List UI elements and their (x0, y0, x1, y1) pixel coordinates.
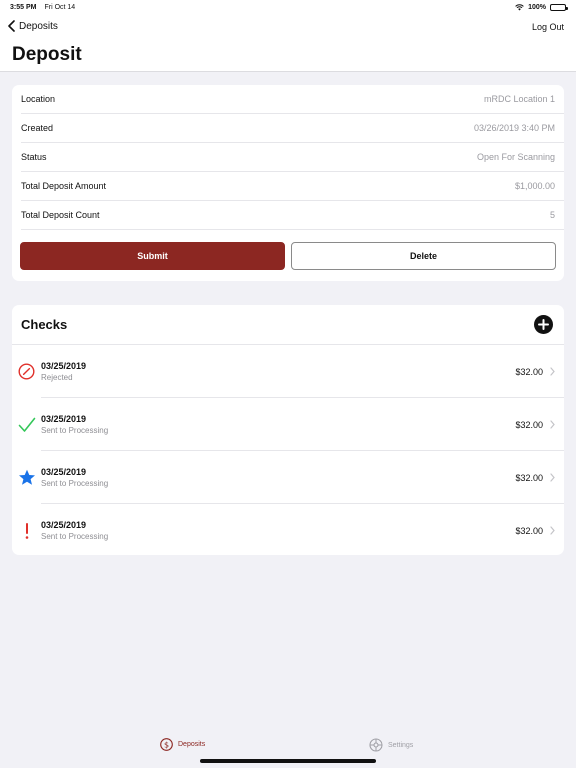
status-date: Fri Oct 14 (44, 3, 76, 11)
detail-label: Created (21, 123, 54, 133)
delete-button[interactable]: Delete (291, 242, 556, 270)
checks-header: Checks (12, 305, 564, 345)
detail-label: Total Deposit Count (21, 210, 100, 220)
navigation-header: Deposits Log Out Deposit (0, 14, 576, 72)
detail-label: Status (21, 152, 47, 162)
check-amount: $32.00 (515, 366, 543, 377)
check-amount: $32.00 (515, 419, 543, 430)
star-icon (18, 469, 35, 485)
detail-value: 03/26/2019 3:40 PM (473, 123, 555, 133)
add-check-button[interactable] (534, 315, 553, 334)
battery-percent: 100% (528, 3, 546, 11)
detail-row-status: Status Open For Scanning (21, 143, 564, 172)
detail-row-total-count: Total Deposit Count 5 (21, 201, 564, 230)
detail-value: Open For Scanning (476, 152, 555, 162)
rejected-icon (18, 363, 35, 380)
status-bar: 3:55 PM Fri Oct 14 100% (0, 0, 576, 14)
submit-button[interactable]: Submit (20, 242, 285, 270)
battery-icon (550, 3, 568, 11)
status-right: 100% (515, 3, 568, 11)
wifi-icon (515, 3, 524, 10)
chevron-right-icon (550, 420, 555, 429)
detail-label: Total Deposit Amount (21, 181, 107, 191)
dollar-circle-icon: $ (160, 738, 173, 751)
check-date: 03/25/2019 (41, 414, 87, 424)
tab-label: Settings (388, 741, 414, 749)
plus-icon (538, 319, 549, 330)
detail-value: mRDC Location 1 (483, 94, 555, 104)
detail-value: 5 (549, 210, 555, 220)
check-date: 03/25/2019 (41, 467, 87, 477)
check-row[interactable]: 03/25/2019 Sent to Processing $32.00 (12, 504, 564, 557)
chevron-right-icon (550, 473, 555, 482)
chevron-left-icon (8, 20, 15, 32)
back-label: Deposits (19, 20, 58, 32)
tab-settings[interactable]: Settings (369, 738, 413, 752)
check-status: Sent to Processing (41, 532, 109, 541)
chevron-right-icon (550, 367, 555, 376)
check-date: 03/25/2019 (41, 361, 87, 371)
chevron-right-icon (550, 526, 555, 535)
detail-value: $1,000.00 (514, 181, 555, 191)
detail-label: Location (21, 94, 56, 104)
check-status: Rejected (41, 373, 73, 382)
exclamation-icon (25, 522, 28, 539)
check-status: Sent to Processing (41, 426, 109, 435)
logout-button[interactable]: Log Out (532, 22, 564, 32)
detail-row-total-amount: Total Deposit Amount $1,000.00 (21, 172, 564, 201)
check-row[interactable]: 03/25/2019 Sent to Processing $32.00 (12, 398, 564, 451)
check-amount: $32.00 (515, 472, 543, 483)
action-buttons: Submit Delete (20, 242, 556, 270)
page-title: Deposit (12, 44, 82, 65)
check-date: 03/25/2019 (41, 520, 87, 530)
detail-row-created: Created 03/26/2019 3:40 PM (21, 114, 564, 143)
check-status: Sent to Processing (41, 479, 109, 488)
tab-deposits[interactable]: $ Deposits (160, 738, 205, 751)
check-row[interactable]: 03/25/2019 Rejected $32.00 (12, 345, 564, 398)
checkmark-icon (18, 417, 35, 432)
deposit-details-card: Location mRDC Location 1 Created 03/26/2… (12, 85, 564, 281)
checks-card: Checks 03/25/2019 Rejected $32.00 03/25/… (12, 305, 564, 555)
check-amount: $32.00 (515, 525, 543, 536)
tab-label: Deposits (178, 741, 206, 748)
detail-row-location: Location mRDC Location 1 (21, 85, 564, 114)
checks-title: Checks (21, 317, 68, 332)
status-time: 3:55 PM (10, 3, 37, 11)
svg-text:$: $ (164, 740, 169, 749)
check-row[interactable]: 03/25/2019 Sent to Processing $32.00 (12, 451, 564, 504)
home-indicator (200, 759, 376, 763)
gear-icon (369, 738, 383, 752)
back-button[interactable]: Deposits (8, 20, 58, 32)
